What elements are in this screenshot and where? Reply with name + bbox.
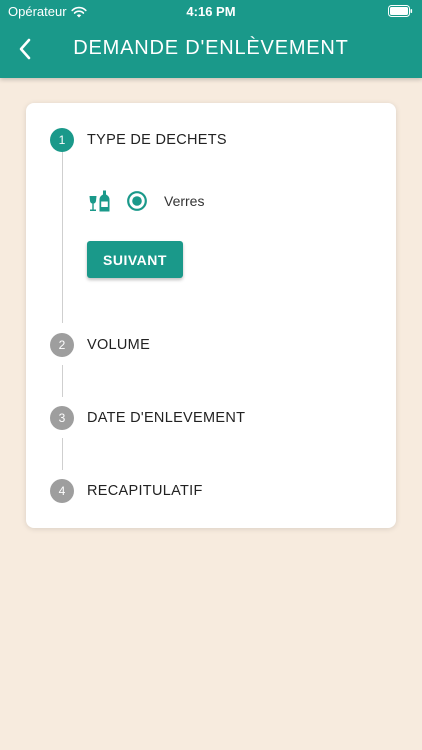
step-date-enlevement[interactable]: 3 DATE D'ENLEVEMENT bbox=[50, 406, 245, 430]
step-label: TYPE DE DECHETS bbox=[87, 132, 227, 148]
step-volume[interactable]: 2 VOLUME bbox=[50, 333, 150, 357]
step-label: RECAPITULATIF bbox=[87, 483, 203, 499]
stepper-card: 1 TYPE DE DECHETS Verres SUIVANT 2 VOLUM… bbox=[26, 103, 396, 528]
battery-icon bbox=[388, 5, 413, 17]
step-label: DATE D'ENLEVEMENT bbox=[87, 410, 246, 426]
step-recapitulatif[interactable]: 4 RECAPITULATIF bbox=[50, 479, 203, 503]
step-number: 1 bbox=[50, 128, 74, 152]
bottles-icon bbox=[89, 190, 110, 212]
step-type-de-dechets[interactable]: 1 TYPE DE DECHETS bbox=[50, 128, 227, 152]
screen: Opérateur 4:16 PM DEMANDE D'ENLÈVEMENT 1… bbox=[0, 0, 422, 750]
page-title: DEMANDE D'ENLÈVEMENT bbox=[73, 37, 349, 59]
radio-selected-icon[interactable] bbox=[126, 190, 148, 212]
step-connector bbox=[62, 365, 63, 397]
step-number: 2 bbox=[50, 333, 74, 357]
step-connector bbox=[62, 438, 63, 470]
step-number: 4 bbox=[50, 479, 74, 503]
waste-option-verres[interactable]: Verres bbox=[88, 189, 204, 213]
waste-option-label: Verres bbox=[164, 193, 205, 209]
status-time: 4:16 PM bbox=[186, 4, 236, 19]
step-label: VOLUME bbox=[87, 337, 151, 353]
step-connector bbox=[62, 151, 63, 323]
step-number: 3 bbox=[50, 406, 74, 430]
status-bar: Opérateur 4:16 PM bbox=[0, 0, 422, 22]
next-button[interactable]: SUIVANT bbox=[87, 241, 183, 278]
app-header: Opérateur 4:16 PM DEMANDE D'ENLÈVEMENT bbox=[0, 0, 422, 78]
